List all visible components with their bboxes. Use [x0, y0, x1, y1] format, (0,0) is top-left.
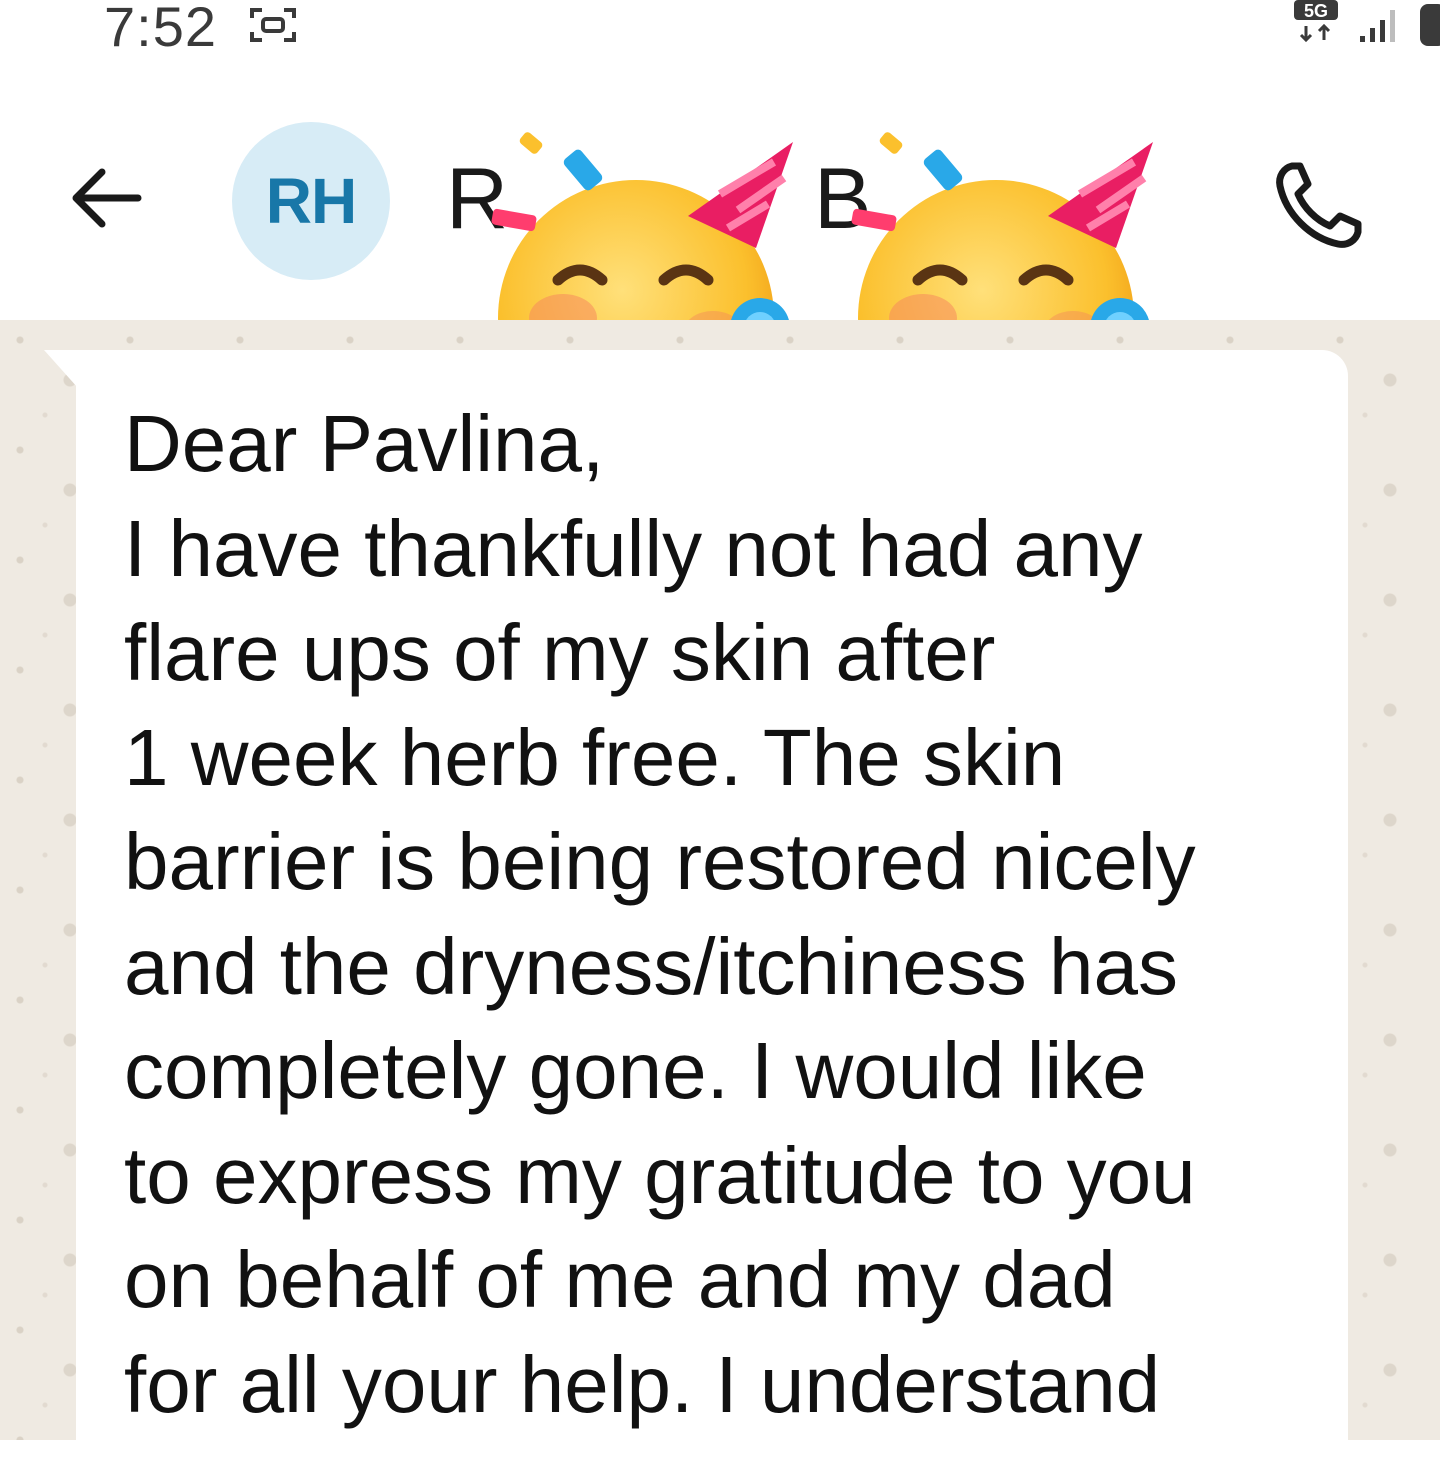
message-line: Dear Pavlina, [124, 399, 605, 488]
message-line: for all your help. I understand [124, 1339, 1161, 1429]
network-5g-icon: 5G [1294, 0, 1338, 43]
message-line: flare ups of my skin after [124, 608, 996, 697]
message-line: on behalf of me and my dad [124, 1235, 1116, 1324]
chat-area[interactable]: Dear Pavlina, I have thankfully not had … [0, 320, 1440, 1470]
message-line: barrier is being restored nicely [124, 817, 1196, 906]
signal-icon [1360, 10, 1395, 42]
message-text: Dear Pavlina, I have thankfully not had … [124, 392, 1334, 1437]
bubble-tail [44, 350, 78, 388]
arrow-left-icon[interactable] [66, 158, 146, 238]
message-line: I have thankfully not had any [124, 503, 1143, 593]
avatar[interactable]: RH [232, 122, 390, 280]
message-line: to express my gratitude to you [124, 1130, 1196, 1220]
message-line: completely gone. I would like [124, 1026, 1147, 1115]
network-label: 5G [1304, 1, 1328, 21]
message-line: 1 week herb free. The skin [124, 712, 1066, 802]
status-time: 7:52 [104, 0, 217, 58]
phone-icon[interactable] [1270, 158, 1366, 254]
status-bar: 7:52 5G [0, 0, 1440, 60]
message-line: and the dryness/itchiness has [124, 921, 1178, 1011]
battery-icon [1420, 4, 1440, 46]
chat-header: RH R B [0, 110, 1440, 448]
screen-record-icon [250, 8, 296, 42]
message-bubble[interactable]: Dear Pavlina, I have thankfully not had … [76, 350, 1348, 1470]
